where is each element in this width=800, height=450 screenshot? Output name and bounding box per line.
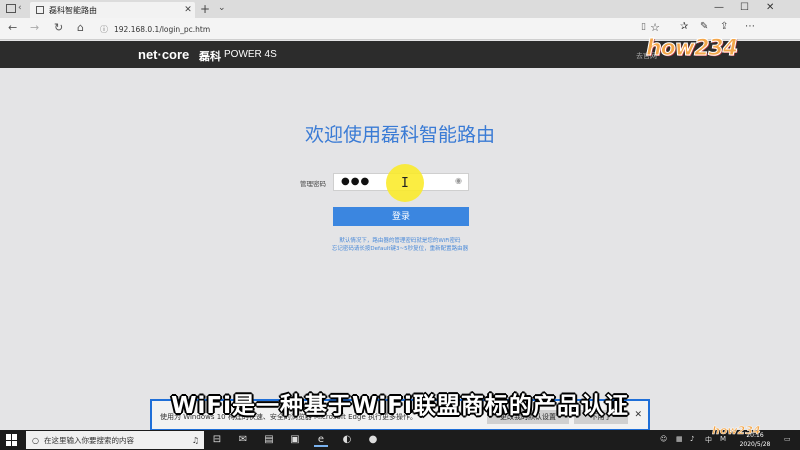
- search-placeholder: 在这里输入你要搜索的内容: [43, 435, 134, 445]
- edge-browser-icon[interactable]: e: [314, 433, 328, 447]
- mail-icon[interactable]: ✉: [236, 433, 250, 447]
- tab-close-icon[interactable]: ✕: [181, 5, 195, 15]
- video-subtitle: WiFi是一种基于WiFi联盟商标的产品认证: [171, 393, 629, 419]
- watermark-logo: how234: [645, 36, 738, 62]
- welcome-title: 欢迎使用磊科智能路由: [304, 124, 495, 146]
- back-icon[interactable]: ←: [8, 21, 17, 34]
- notes-pen-icon[interactable]: ✎: [700, 21, 708, 32]
- favorites-hub-icon[interactable]: ✰: [680, 21, 688, 32]
- login-button[interactable]: 登录: [333, 207, 469, 226]
- show-password-icon[interactable]: ◉: [455, 176, 462, 185]
- favorite-star-icon[interactable]: ☆: [650, 21, 660, 34]
- browser-tab[interactable]: 磊科智能路由 ✕: [30, 2, 195, 18]
- maximize-button[interactable]: ☐: [740, 2, 749, 13]
- notification-center-icon[interactable]: ▭: [784, 435, 791, 443]
- model-name: POWER 4S: [224, 49, 277, 60]
- hint-line-2: 忘记密码请长按Default键3~5秒复位，重新配置路由器: [331, 246, 469, 252]
- tab-list-chevron-icon[interactable]: ⌄: [218, 3, 226, 13]
- password-dots: ●●●: [341, 176, 371, 187]
- tab-title: 磊科智能路由: [49, 5, 97, 15]
- clock-date: 2020/5/28: [739, 441, 771, 448]
- share-icon[interactable]: ⇪: [720, 21, 728, 32]
- url-text[interactable]: 192.168.0.1/login_pc.htm: [114, 25, 210, 34]
- task-view-icon[interactable]: ⊟: [210, 433, 224, 447]
- more-menu-icon[interactable]: ⋯: [745, 21, 755, 32]
- watermark-logo-small: how234: [712, 424, 761, 438]
- minimize-button[interactable]: —: [714, 2, 724, 13]
- windows-taskbar: ○ 在这里输入你要搜索的内容 ♫ ⊟ ✉ ▤ ▣ e ◐ ● ☺ ▦ ♪ 中 M…: [0, 430, 800, 450]
- page-favicon-icon: [36, 6, 44, 14]
- microphone-icon[interactable]: ♫: [192, 436, 199, 445]
- text-cursor-icon: I: [401, 176, 409, 191]
- home-icon[interactable]: ⌂: [77, 21, 84, 34]
- taskbar-search[interactable]: ○ 在这里输入你要搜索的内容 ♫: [26, 431, 204, 449]
- ime-indicator[interactable]: 中: [705, 435, 712, 445]
- brand-logo-cn: 磊科: [199, 50, 221, 63]
- store-icon[interactable]: ▣: [288, 433, 302, 447]
- file-explorer-icon[interactable]: ▤: [262, 433, 276, 447]
- site-info-icon[interactable]: ⓘ: [100, 24, 108, 35]
- volume-icon[interactable]: ♪: [690, 435, 694, 443]
- close-window-button[interactable]: ✕: [766, 2, 774, 13]
- brand-logo: net·core: [138, 47, 190, 62]
- app-icon[interactable]: ◐: [340, 433, 354, 447]
- tab-preview-icon[interactable]: [6, 4, 16, 13]
- browser-tab-bar: ‹ 磊科智能路由 ✕ + ⌄ — ☐ ✕: [0, 0, 800, 18]
- reading-view-icon[interactable]: ▯: [641, 22, 646, 32]
- cortana-circle-icon: ○: [32, 435, 39, 445]
- address-bar[interactable]: ⓘ 192.168.0.1/login_pc.htm ▯ ☆: [100, 21, 660, 37]
- network-icon[interactable]: ▦: [676, 435, 683, 443]
- new-tab-icon[interactable]: +: [200, 2, 210, 16]
- people-icon[interactable]: ☺: [660, 435, 667, 443]
- tab-back-icon[interactable]: ‹: [18, 3, 22, 13]
- password-label: 管理密码: [300, 180, 326, 188]
- hint-line-1: 默认情况下，路由器的管理密码就是您的WiFi密码: [339, 238, 461, 244]
- refresh-icon[interactable]: ↻: [54, 21, 63, 34]
- windows-start-icon[interactable]: [6, 434, 18, 446]
- green-app-icon[interactable]: ●: [366, 433, 380, 447]
- forward-icon[interactable]: →: [30, 21, 39, 34]
